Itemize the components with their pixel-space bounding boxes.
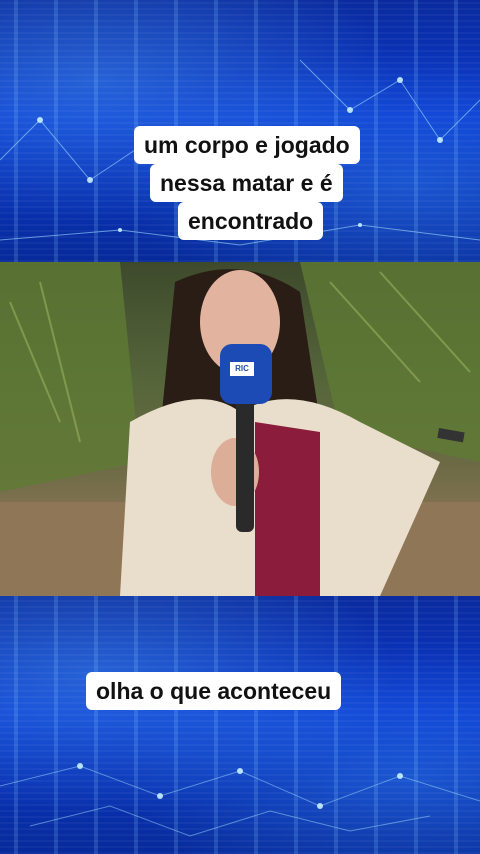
caption-bottom: olha o que aconteceu	[86, 672, 342, 710]
network-graphic-bottom	[0, 763, 480, 837]
bottom-background-band	[0, 596, 480, 854]
microphone-flag-label: RIC	[230, 362, 254, 376]
caption-top-line-3: encontrado	[178, 202, 324, 240]
caption-top-line-2: nessa matar e é	[150, 164, 343, 202]
reporter-video-frame: RIC	[0, 262, 480, 596]
caption-top-line-1: um corpo e jogado	[134, 126, 360, 164]
